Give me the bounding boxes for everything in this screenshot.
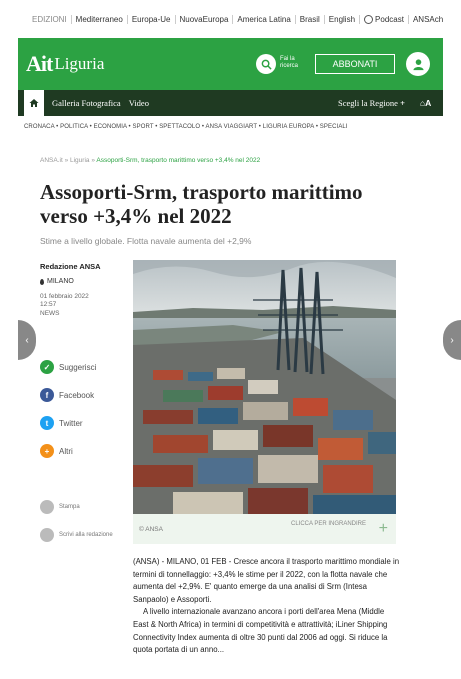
region-selector[interactable]: Scegli la Regione + [338,98,405,108]
site-header: Ait Liguria Fai la ricerca ABBONATI [18,38,443,90]
accessibility-tools[interactable]: ⌂A [420,98,431,108]
location-pin-icon [40,278,44,285]
plus-icon: + [400,98,405,108]
breadcrumb-root[interactable]: ANSA.it [40,157,63,164]
site-logo[interactable]: Ait Liguria [26,51,104,77]
user-icon [412,58,424,70]
article-paragraph: (ANSA) - MILANO, 01 FEB - Cresce ancora … [133,557,400,604]
next-article-button[interactable]: › [443,320,461,360]
mail-icon [40,528,54,542]
print-icon [40,500,54,514]
edition-link[interactable]: EDIZIONI [28,14,72,24]
main-nav: Galleria Fotografica Video Scegli la Reg… [18,90,443,116]
share-facebook[interactable]: f Facebook [40,388,140,402]
home-button[interactable] [24,90,44,116]
suggest-icon: ✓ [40,360,54,374]
article-paragraph: A livello internazionale avanzano ancora… [133,607,388,655]
article-body: (ANSA) - MILANO, 01 FEB - Cresce ancora … [133,556,401,657]
share-others[interactable]: + Altri [40,444,140,458]
plus-icon: + [40,444,54,458]
article-date: 01 febbraio 2022 12:57 [40,293,89,308]
edition-link[interactable]: ANSAcheck [409,15,443,24]
location: MILANO [40,278,130,285]
article-title: Assoporti-Srm, trasporto marittimo verso… [40,180,363,228]
share-suggest[interactable]: ✓ Suggerisci [40,360,140,374]
article-photo[interactable] [133,260,396,514]
podcast-icon [364,14,374,24]
article-meta: Redazione ANSA MILANO 01 febbraio 2022 1… [40,262,130,317]
search-button[interactable] [256,54,276,74]
author: Redazione ANSA [40,262,101,271]
breadcrumb: ANSA.it » Liguria » Assoporti-Srm, trasp… [40,157,261,164]
print-link[interactable]: Stampa [40,500,140,514]
logo-region: Liguria [54,54,105,73]
nav-item-video[interactable]: Video [129,98,149,108]
write-editor-link[interactable]: Scrivi alla redazione [40,528,140,542]
article-subtitle: Stime a livello globale. Flotta navale a… [40,236,252,246]
nav-item-gallery[interactable]: Galleria Fotografica [52,98,121,108]
facebook-icon: f [40,388,54,402]
chevron-right-icon: › [450,334,454,346]
logo-ait: Ait [26,51,53,76]
expand-photo-link[interactable]: CLICCA PER INGRANDIRE [291,521,366,528]
share-twitter[interactable]: t Twitter [40,416,140,430]
edition-link[interactable]: America Latina [233,14,296,24]
edition-link[interactable]: NuovaEuropa [176,14,234,24]
edition-link[interactable]: Brasil [296,14,325,24]
expand-plus-icon[interactable]: + [379,520,388,538]
edition-link[interactable]: English [325,14,361,24]
photo-credit: © ANSA [139,525,163,533]
subscribe-button[interactable]: ABBONATI [315,54,395,74]
port-photo [133,260,396,514]
search-icon [261,59,272,70]
article-category: NEWS [40,310,60,317]
edition-link[interactable]: Mediterraneo [72,14,128,24]
podcast-link[interactable]: Podcast [360,14,409,24]
editions-bar: EDIZIONI Mediterraneo Europa-Ue NuovaEur… [18,0,443,38]
twitter-icon: t [40,416,54,430]
edition-link[interactable]: Europa-Ue [128,14,176,24]
breadcrumb-region[interactable]: Liguria [70,157,90,164]
chevron-left-icon: ‹ [25,334,29,346]
breadcrumb-current: Assoporti-Srm, trasporto marittimo verso… [96,157,261,164]
sections-bar[interactable]: CRONACA • POLITICA • ECONOMIA • SPORT • … [18,116,443,138]
search-label[interactable]: Fai la ricerca [280,56,308,70]
home-icon [29,99,39,107]
user-button[interactable] [406,52,430,76]
photo-caption: © ANSA CLICCA PER INGRANDIRE + [133,514,396,544]
